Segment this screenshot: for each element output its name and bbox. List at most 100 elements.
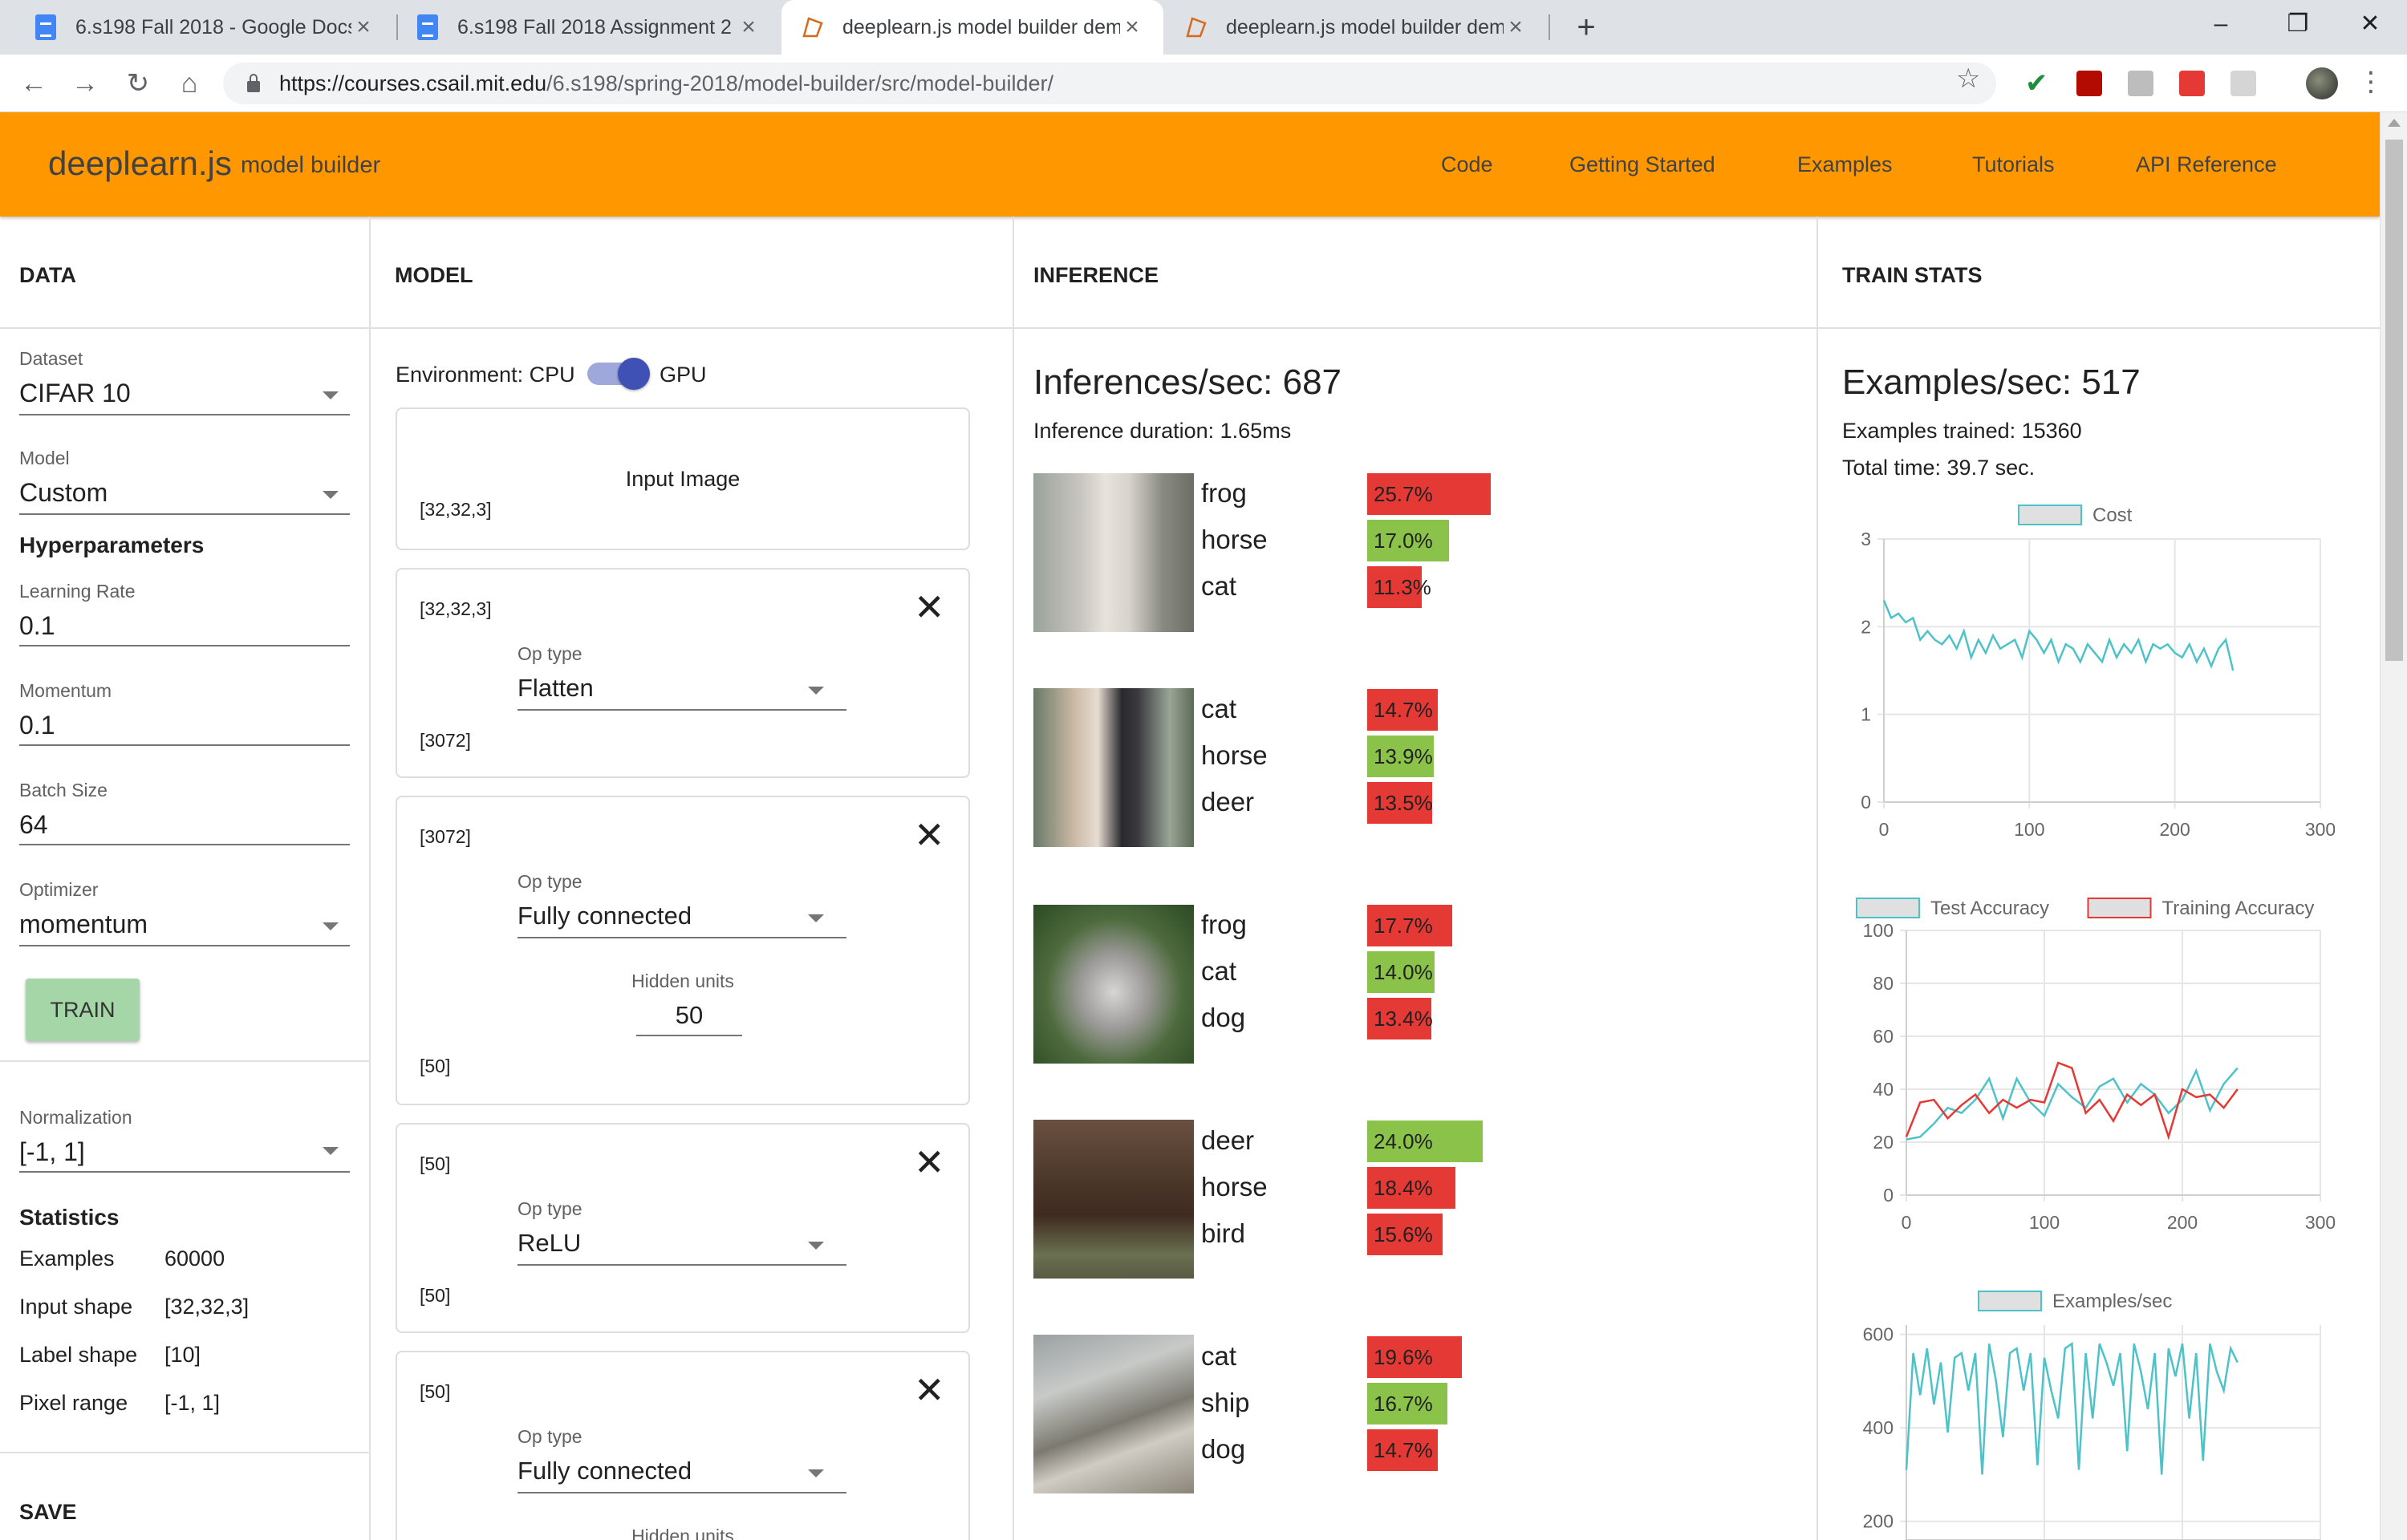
browser-tab-assignment[interactable]: 6.s198 Fall 2018 Assignment 2 - G × [398,0,780,55]
cube-extension-icon[interactable] [2230,71,2256,96]
address-bar[interactable]: https://courses.csail.mit.edu/6.s198/spr… [223,63,1996,104]
scrollbar-thumb[interactable] [2385,140,2403,661]
op-type-label: Op type [518,871,582,892]
close-icon[interactable]: × [1504,14,1528,41]
inference-panel-header: INFERENCE [1014,217,1816,329]
page-scrollbar[interactable] [2380,112,2407,1540]
model-select[interactable]: Custom [19,478,108,508]
dataset-select[interactable]: CIFAR 10 [19,379,131,408]
close-icon[interactable]: ✕ [914,1144,945,1181]
close-icon[interactable]: × [1120,14,1144,41]
inference-probability-bar: 24.0% [1367,1121,1483,1162]
y-tick-label: 600 [1863,1324,1894,1345]
layer-card-fully-connected: [3072] ✕ Op type Fully connected Hidden … [396,796,970,1105]
hidden-units-input[interactable]: 50 [636,1001,742,1030]
chevron-down-icon[interactable] [323,491,339,499]
minimize-icon[interactable]: – [2197,6,2245,42]
optimizer-select[interactable]: momentum [19,910,148,939]
brand-logo-text[interactable]: deeplearn.js [48,144,232,183]
y-tick-label: 1 [1861,704,1871,725]
x-tick-label: 300 [2305,1212,2335,1233]
nav-tutorials[interactable]: Tutorials [1972,152,2055,177]
gray-extension-icon[interactable] [2128,71,2153,96]
nav-examples[interactable]: Examples [1797,152,1893,177]
close-icon[interactable]: × [351,14,375,41]
y-tick-label: 200 [1863,1511,1894,1532]
nav-getting-started[interactable]: Getting Started [1569,152,1715,177]
chevron-down-icon[interactable] [323,1147,339,1155]
close-icon[interactable]: ✕ [914,589,945,626]
chevron-down-icon[interactable] [323,922,339,930]
x-tick-label: 300 [2305,819,2335,840]
close-icon[interactable]: × [737,14,761,41]
train-button[interactable]: TRAIN [26,979,140,1041]
op-type-select[interactable]: Fully connected [518,1457,692,1485]
learning-rate-input[interactable]: 0.1 [19,611,55,641]
inference-class-label: dog [1201,1434,1246,1464]
stat-value: [-1, 1] [164,1391,221,1415]
home-icon[interactable]: ⌂ [172,66,207,101]
chevron-down-icon[interactable] [808,687,824,695]
op-type-label: Op type [518,1426,582,1447]
op-type-underline [518,709,846,711]
model-panel-header: MODEL [371,217,1013,329]
x-tick-label: 200 [2159,819,2190,840]
chevron-down-icon[interactable] [808,1242,824,1250]
scroll-up-arrow-icon[interactable] [2388,119,2401,127]
back-arrow-icon[interactable]: ← [16,66,51,101]
new-tab-plus-icon[interactable]: + [1569,10,1604,45]
op-type-select[interactable]: ReLU [518,1229,581,1258]
layer-input-shape: [50] [420,1153,451,1174]
momentum-input[interactable]: 0.1 [19,711,55,740]
forward-arrow-icon[interactable]: → [67,66,103,101]
inference-probability-bar: 15.6% [1367,1214,1443,1255]
batch-size-label: Batch Size [19,780,108,800]
op-type-select[interactable]: Flatten [518,674,594,703]
layer-card-relu: [50] ✕ Op type ReLU [50] [396,1123,970,1333]
op-type-select[interactable]: Fully connected [518,902,692,930]
nav-code[interactable]: Code [1441,152,1493,177]
op-type-underline [518,1492,846,1493]
y-tick-label: 0 [1861,792,1871,813]
bookmark-star-icon[interactable]: ☆ [1956,63,1980,95]
browser-tab-model-builder-active[interactable]: deeplearn.js model builder demo × [781,0,1163,55]
op-type-label: Op type [518,1198,582,1219]
normalization-select[interactable]: [-1, 1] [19,1137,85,1167]
todoist-extension-icon[interactable] [2179,71,2205,96]
more-menu-icon[interactable]: ⋮ [2357,66,2385,98]
pdf-extension-icon[interactable] [2076,71,2102,96]
close-icon[interactable]: ✕ [914,1372,945,1408]
deeplearn-icon [1186,17,1207,38]
environment-toggle-knob[interactable] [618,358,650,390]
chevron-down-icon[interactable] [323,391,339,399]
window-close-icon[interactable]: ✕ [2346,6,2394,42]
checkmark-extension-icon[interactable]: ✔ [2025,70,2051,97]
browser-toolbar: ← → ↻ ⌂ https://courses.csail.mit.edu/6.… [0,55,2407,112]
series-line-test-accuracy [1906,1067,2239,1141]
reload-icon[interactable]: ↻ [120,66,156,101]
browser-tab-docs[interactable]: 6.s198 Fall 2018 - Google Docs × [16,0,395,55]
series-line-cost [1882,600,2234,671]
learning-rate-label: Learning Rate [19,581,136,602]
chevron-down-icon[interactable] [808,1469,824,1477]
x-tick-label: 100 [2014,819,2044,840]
x-tick-label: 0 [1902,1212,1912,1233]
close-icon[interactable]: ✕ [914,817,945,853]
profile-avatar[interactable] [2306,67,2338,99]
layer-input-shape: [50] [420,1381,451,1402]
inference-class-label: cat [1201,694,1237,723]
normalization-label: Normalization [19,1107,132,1128]
y-tick-label: 40 [1873,1079,1894,1100]
google-docs-icon [35,14,56,40]
series-line-training-accuracy [1905,1061,2239,1141]
inference-probability-bar: 16.7% [1367,1383,1448,1424]
batch-size-input[interactable]: 64 [19,810,48,840]
optimizer-underline [19,945,350,946]
browser-tab-model-builder[interactable]: deeplearn.js model builder demo × [1165,0,1547,55]
nav-api-reference[interactable]: API Reference [2136,152,2277,177]
inference-class-label: cat [1201,956,1237,986]
tab-title: 6.s198 Fall 2018 - Google Docs [75,15,351,38]
inference-probability-bar: 13.5% [1367,782,1433,824]
restore-icon[interactable]: ❐ [2274,6,2322,42]
chevron-down-icon[interactable] [808,914,824,922]
